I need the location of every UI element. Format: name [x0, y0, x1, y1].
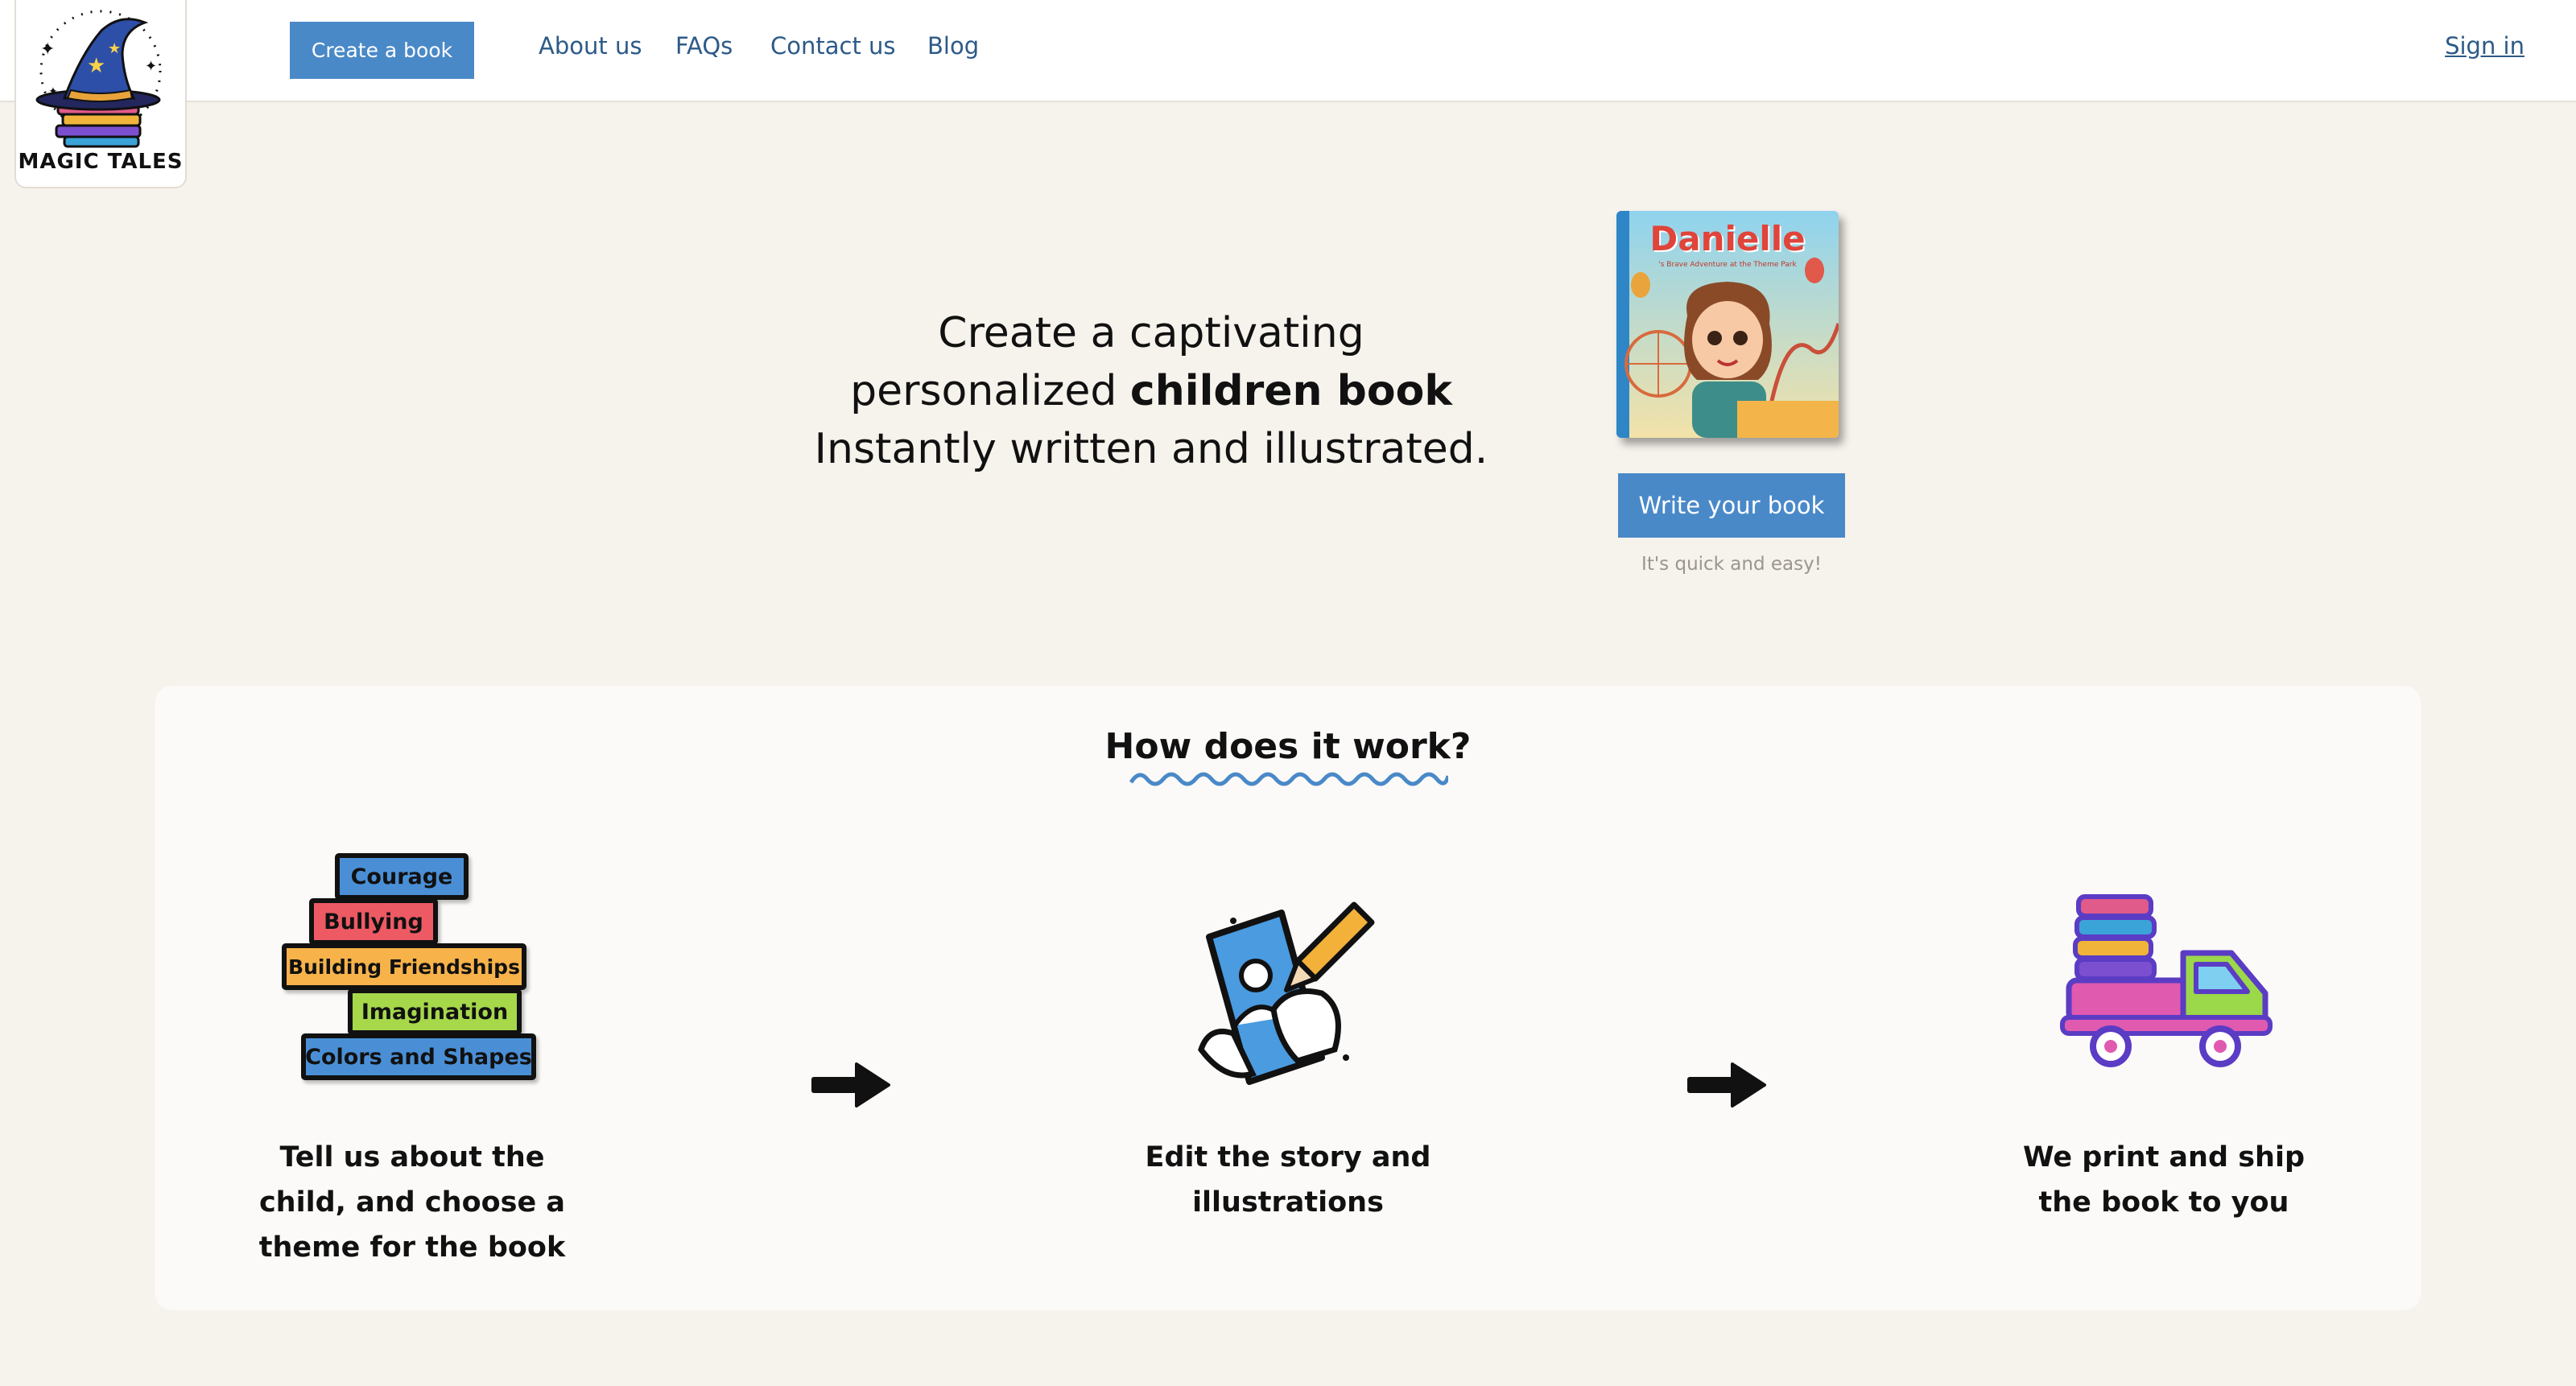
- step-2-text: Edit the story and illustrations: [1079, 1135, 1497, 1225]
- hero-line-2-bold: children book: [1129, 367, 1452, 415]
- theme-tag-bullying: Bullying: [309, 898, 438, 945]
- hero-line-1: Create a captivating: [938, 309, 1364, 357]
- step-3-line: the book to you: [2038, 1186, 2289, 1219]
- write-your-book-button[interactable]: Write your book: [1618, 473, 1845, 538]
- nav-faqs[interactable]: FAQs: [675, 32, 733, 60]
- theme-tag-colors-and-shapes: Colors and Shapes: [301, 1033, 536, 1080]
- how-it-works-section: How does it work? Courage Bullying Build…: [155, 686, 2421, 1310]
- hero-line-2-prefix: personalized: [850, 367, 1130, 415]
- step-3-text: We print and ship the book to you: [1955, 1135, 2373, 1225]
- theme-tag-imagination: Imagination: [348, 988, 522, 1035]
- svg-text:★: ★: [108, 40, 121, 57]
- step-1-line: Tell us about the: [279, 1141, 545, 1174]
- hero-headline: Create a captivating personalized childr…: [757, 304, 1546, 478]
- sample-book-cover: Danielle 's Brave Adventure at the Theme…: [1616, 211, 1839, 438]
- magic-tales-logo[interactable]: ★ ★ ✦ ✦ ✦ MAGIC TALES: [14, 0, 187, 188]
- quick-and-easy-note: It's quick and easy!: [1641, 554, 1822, 575]
- step-3-line: We print and ship: [2023, 1141, 2305, 1174]
- svg-text:✦: ✦: [40, 39, 55, 60]
- top-header: ★ ★ ✦ ✦ ✦ MAGIC TALES Create a book Abou…: [0, 0, 2576, 188]
- nav-about-us[interactable]: About us: [539, 32, 642, 60]
- book-title: Danielle: [1649, 219, 1806, 258]
- theme-tag-building-friendships: Building Friendships: [282, 943, 526, 990]
- sign-in-link[interactable]: Sign in: [2445, 32, 2524, 60]
- wizard-hat-books-icon: ★ ★ ✦ ✦ ✦: [35, 10, 162, 148]
- book-subtitle: 's Brave Adventure at the Theme Park: [1658, 261, 1797, 269]
- arrow-right-icon: [1687, 1062, 1766, 1108]
- squiggle-underline-icon: [1129, 772, 1448, 786]
- create-book-button[interactable]: Create a book: [290, 22, 474, 79]
- theme-tag-label: Building Friendships: [288, 955, 520, 979]
- hero-line-2: personalized children book: [757, 362, 1546, 420]
- how-it-works-title: How does it work?: [1104, 726, 1472, 767]
- pencil-edit-icon: [1198, 901, 1375, 1085]
- nav-contact-us[interactable]: Contact us: [770, 32, 896, 60]
- theme-tag-label: Bullying: [324, 909, 423, 934]
- logo-text: MAGIC TALES: [18, 150, 184, 174]
- svg-text:✦: ✦: [145, 58, 157, 75]
- step-2-line: Edit the story and: [1145, 1141, 1431, 1174]
- step-2-line: illustrations: [1192, 1186, 1384, 1219]
- theme-tag-label: Courage: [350, 864, 453, 889]
- arrow-right-icon: [811, 1062, 890, 1108]
- delivery-truck-icon: [2060, 894, 2273, 1067]
- svg-text:✦: ✦: [48, 85, 58, 98]
- theme-tag-label: Colors and Shapes: [305, 1044, 532, 1070]
- theme-tag-courage: Courage: [335, 853, 469, 900]
- svg-text:★: ★: [87, 54, 105, 78]
- nav-blog[interactable]: Blog: [927, 32, 979, 60]
- step-1-text: Tell us about the child, and choose a th…: [203, 1135, 621, 1270]
- step-1-line: child, and choose a: [258, 1186, 566, 1219]
- theme-tag-label: Imagination: [361, 999, 509, 1025]
- step-1-line: theme for the book: [258, 1231, 566, 1264]
- hero-line-3: Instantly written and illustrated.: [814, 425, 1488, 473]
